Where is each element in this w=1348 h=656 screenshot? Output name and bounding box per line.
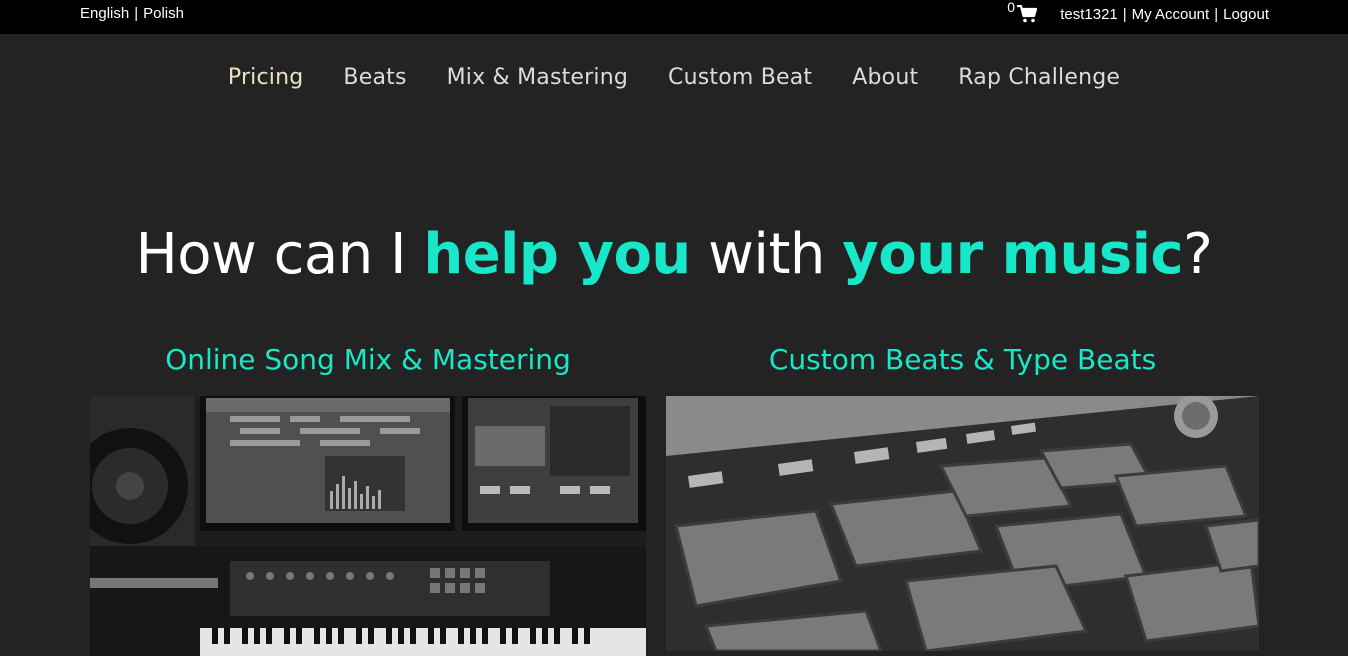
cart-count: 0 bbox=[1007, 0, 1015, 15]
card-title[interactable]: Online Song Mix & Mastering bbox=[90, 340, 646, 380]
hero-text-3: ? bbox=[1183, 222, 1213, 287]
shopping-cart-icon bbox=[1017, 5, 1038, 23]
language-polish-link[interactable]: Polish bbox=[143, 5, 184, 22]
logout-link[interactable]: Logout bbox=[1223, 6, 1269, 23]
my-account-link[interactable]: My Account bbox=[1132, 6, 1210, 23]
top-bar: English | Polish 0 test1321 | My Account… bbox=[0, 0, 1348, 34]
username-link[interactable]: test1321 bbox=[1060, 6, 1118, 23]
nav-item-about[interactable]: About bbox=[852, 56, 918, 100]
language-switcher: English | Polish bbox=[80, 5, 184, 22]
nav-item-pricing[interactable]: Pricing bbox=[228, 56, 304, 100]
separator: | bbox=[1214, 5, 1219, 23]
hero-text-2: with bbox=[690, 222, 843, 287]
main-navigation: Pricing Beats Mix & Mastering Custom Bea… bbox=[0, 56, 1348, 100]
hero-heading: How can I help you with your music? bbox=[0, 222, 1348, 287]
service-card-custom-beats[interactable]: Custom Beats & Type Beats bbox=[666, 340, 1259, 651]
nav-item-beats[interactable]: Beats bbox=[343, 56, 406, 100]
nav-item-rap-challenge[interactable]: Rap Challenge bbox=[958, 56, 1120, 100]
language-english-link[interactable]: English bbox=[80, 5, 129, 22]
hero-accent-1: help you bbox=[423, 222, 691, 287]
cart-button[interactable]: 0 bbox=[1007, 0, 1038, 23]
separator: | bbox=[134, 5, 139, 22]
hero-text-1: How can I bbox=[135, 222, 424, 287]
service-card-mixing[interactable]: Online Song Mix & Mastering bbox=[90, 340, 646, 656]
nav-item-mix-mastering[interactable]: Mix & Mastering bbox=[447, 56, 628, 100]
card-title[interactable]: Custom Beats & Type Beats bbox=[666, 340, 1259, 380]
drum-pad-controller-image[interactable] bbox=[666, 396, 1259, 651]
nav-item-custom-beat[interactable]: Custom Beat bbox=[668, 56, 812, 100]
account-links: 0 test1321 | My Account | Logout bbox=[1007, 0, 1269, 23]
hero-accent-2: your music bbox=[842, 222, 1184, 287]
separator: | bbox=[1122, 5, 1127, 23]
studio-desk-image[interactable] bbox=[90, 396, 646, 656]
